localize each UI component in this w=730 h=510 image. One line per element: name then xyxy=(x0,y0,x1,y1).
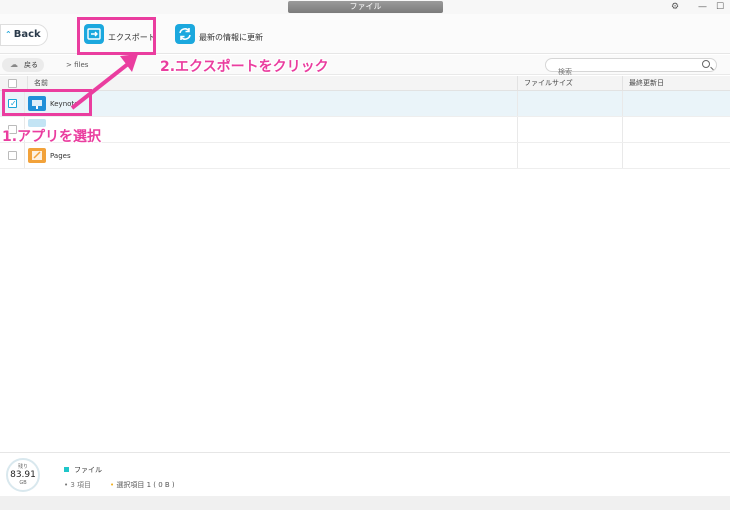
table-row[interactable] xyxy=(0,117,730,143)
annotation-arrow xyxy=(70,54,138,110)
nav-back-label: 戻る xyxy=(24,61,38,69)
back-button-label: Back xyxy=(13,29,41,40)
storage-gauge: 残り 83.91 GB xyxy=(6,458,40,492)
nav-back-button[interactable]: ☁ 戻る xyxy=(2,58,44,72)
category-color-icon xyxy=(64,467,69,472)
search-icon[interactable] xyxy=(702,60,710,68)
row-name: Pages xyxy=(50,152,71,160)
window-title: ファイル xyxy=(288,1,443,13)
refresh-button[interactable]: 最新の情報に更新 xyxy=(175,20,270,50)
storage-unit: GB xyxy=(19,480,27,486)
row-checkbox[interactable] xyxy=(8,151,17,160)
selection-text: 選択項目 1 ( 0 B ) xyxy=(116,481,175,489)
search-box[interactable] xyxy=(545,58,717,78)
column-date[interactable]: 最終更新日 xyxy=(622,76,730,91)
category-legend: ファイル xyxy=(64,465,102,475)
refresh-label: 最新の情報に更新 xyxy=(199,33,263,42)
pages-app-icon xyxy=(28,148,46,163)
title-bar: ファイル ⚙ — ☐ xyxy=(0,0,730,14)
category-label: ファイル xyxy=(74,466,102,474)
chevron-up-icon: ⌃ xyxy=(5,30,12,39)
back-button[interactable]: ⌃ Back xyxy=(0,24,48,46)
cloud-icon: ☁ xyxy=(10,60,18,69)
select-all-checkbox[interactable] xyxy=(8,79,17,88)
column-size[interactable]: ファイルサイズ xyxy=(517,76,622,91)
maximize-icon[interactable]: ☐ xyxy=(716,1,724,13)
bottom-bar xyxy=(0,496,730,510)
item-count-text: 3 項目 xyxy=(70,481,92,489)
minimize-icon[interactable]: — xyxy=(698,1,707,13)
settings-icon[interactable]: ⚙ xyxy=(671,1,679,13)
selection-info: • 選択項目 1 ( 0 B ) xyxy=(110,480,175,490)
table-row[interactable]: Pages xyxy=(0,143,730,169)
item-count: • 3 項目 xyxy=(64,480,91,490)
step1-annotation: 1.アプリを選択 xyxy=(2,129,102,145)
status-footer: 残り 83.91 GB ファイル • 3 項目 • 選択項目 1 ( 0 B ) xyxy=(0,452,730,496)
step2-annotation: 2.エクスポートをクリック xyxy=(160,59,329,75)
storage-value: 83.91 xyxy=(10,470,36,480)
refresh-icon xyxy=(175,24,195,44)
